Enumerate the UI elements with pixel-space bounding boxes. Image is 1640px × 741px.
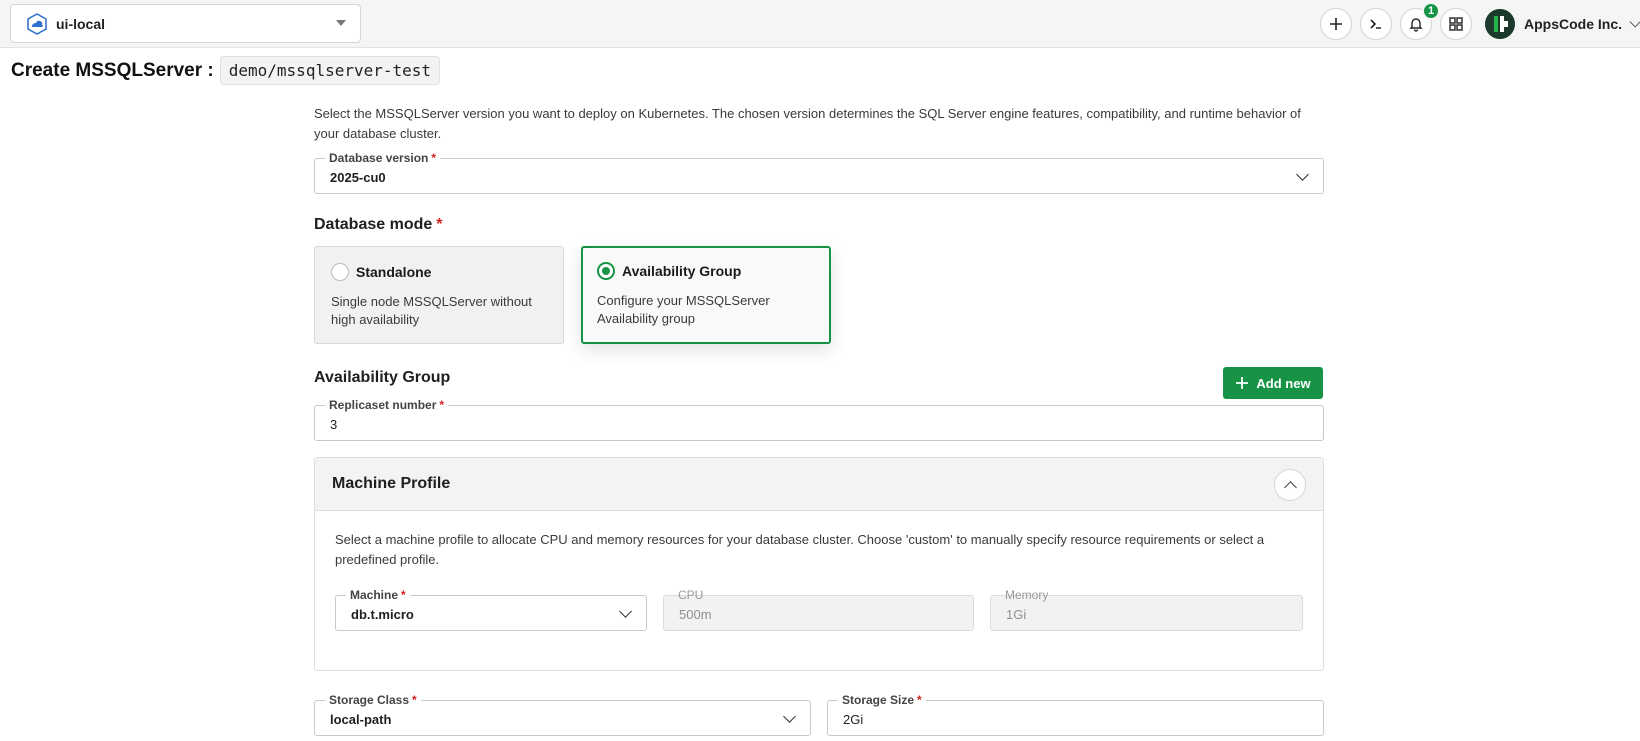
storage-class-select[interactable]: Storage Class * local-path <box>314 692 811 736</box>
chevron-down-icon <box>783 710 796 723</box>
replicaset-number-input[interactable]: Replicaset number * 3 <box>314 397 1324 441</box>
mode-option-name: Standalone <box>356 264 432 280</box>
availability-group-radio[interactable] <box>597 262 615 280</box>
storage-size-value: 2Gi <box>843 712 864 727</box>
caret-down-icon <box>336 20 346 26</box>
machine-profile-description: Select a machine profile to allocate CPU… <box>335 532 1265 567</box>
notification-count-badge: 1 <box>1422 2 1440 20</box>
cluster-name: ui-local <box>56 15 106 32</box>
add-button[interactable] <box>1320 8 1352 40</box>
grid-icon <box>1449 17 1463 31</box>
database-mode-title: Database mode * <box>314 216 443 233</box>
machine-value: db.t.micro <box>351 607 414 622</box>
collapse-chevron-up-icon[interactable] <box>1274 469 1306 501</box>
replicaset-number-label: Replicaset number * <box>325 397 449 413</box>
mode-option-description: Configure your MSSQLServer Availability … <box>597 293 770 326</box>
version-description: Select the MSSQLServer version you want … <box>314 104 1324 144</box>
add-new-button[interactable]: Add new <box>1223 367 1323 399</box>
machine-profile-header[interactable]: Machine Profile <box>315 458 1323 511</box>
chevron-down-icon <box>1296 168 1309 181</box>
replicaset-number-value: 3 <box>330 417 338 432</box>
apps-button[interactable] <box>1440 8 1472 40</box>
machine-profile-panel: Machine Profile Select a machine profile… <box>314 457 1324 671</box>
cluster-selector[interactable]: ui-local <box>10 4 361 43</box>
org-avatar <box>1485 9 1515 39</box>
plus-icon <box>1330 18 1342 30</box>
bell-icon <box>1409 18 1423 32</box>
notifications-button[interactable]: 1 <box>1400 2 1440 40</box>
mode-option-description: Single node MSSQLServer without high ava… <box>331 294 532 327</box>
memory-value: 1Gi <box>1006 607 1027 622</box>
terminal-button[interactable] <box>1360 8 1392 40</box>
mode-option-availability-group[interactable]: Availability Group Configure your MSSQLS… <box>581 246 831 344</box>
database-version-value: 2025-cu0 <box>330 170 386 185</box>
org-name: AppsCode Inc. <box>1524 16 1623 32</box>
chevron-down-icon <box>619 605 632 618</box>
terminal-icon <box>1370 19 1381 29</box>
mode-option-standalone[interactable]: Standalone Single node MSSQLServer witho… <box>314 246 564 344</box>
org-menu[interactable]: AppsCode Inc. <box>1485 8 1640 40</box>
top-bar: ui-local 1 AppsCode Inc. <box>0 0 1640 48</box>
standalone-radio[interactable] <box>331 263 349 281</box>
machine-profile-title: Machine Profile <box>332 475 451 492</box>
storage-class-label: Storage Class * <box>325 692 421 708</box>
mode-option-name: Availability Group <box>622 263 742 279</box>
plus-icon <box>1236 377 1249 389</box>
version-description-text: Select the MSSQLServer version you want … <box>314 106 1301 141</box>
resource-name: demo/mssqlserver-test <box>219 56 441 85</box>
availability-group-title: Availability Group <box>314 369 451 386</box>
memory-label: Memory <box>1005 588 1049 602</box>
chevron-down-icon <box>1629 16 1640 28</box>
page-title: Create MSSQLServer : <box>11 59 214 81</box>
add-new-label: Add new <box>1256 375 1311 391</box>
memory-field: Memory 1Gi <box>990 588 1303 631</box>
cluster-logo-icon <box>27 12 47 35</box>
cpu-field: CPU 500m <box>663 588 974 631</box>
cpu-label: CPU <box>678 588 704 602</box>
storage-class-value: local-path <box>330 712 392 727</box>
cpu-value: 500m <box>679 607 712 622</box>
database-version-select[interactable]: Database version * 2025-cu0 <box>314 150 1324 194</box>
machine-select[interactable]: Machine * db.t.micro <box>335 587 647 631</box>
storage-size-label: Storage Size * <box>838 692 926 708</box>
page-header: Create MSSQLServer : demo/mssqlserver-te… <box>11 56 441 85</box>
storage-size-input[interactable]: Storage Size * 2Gi <box>827 692 1324 736</box>
database-version-label: Database version * <box>325 150 441 166</box>
machine-label: Machine * <box>346 587 410 603</box>
